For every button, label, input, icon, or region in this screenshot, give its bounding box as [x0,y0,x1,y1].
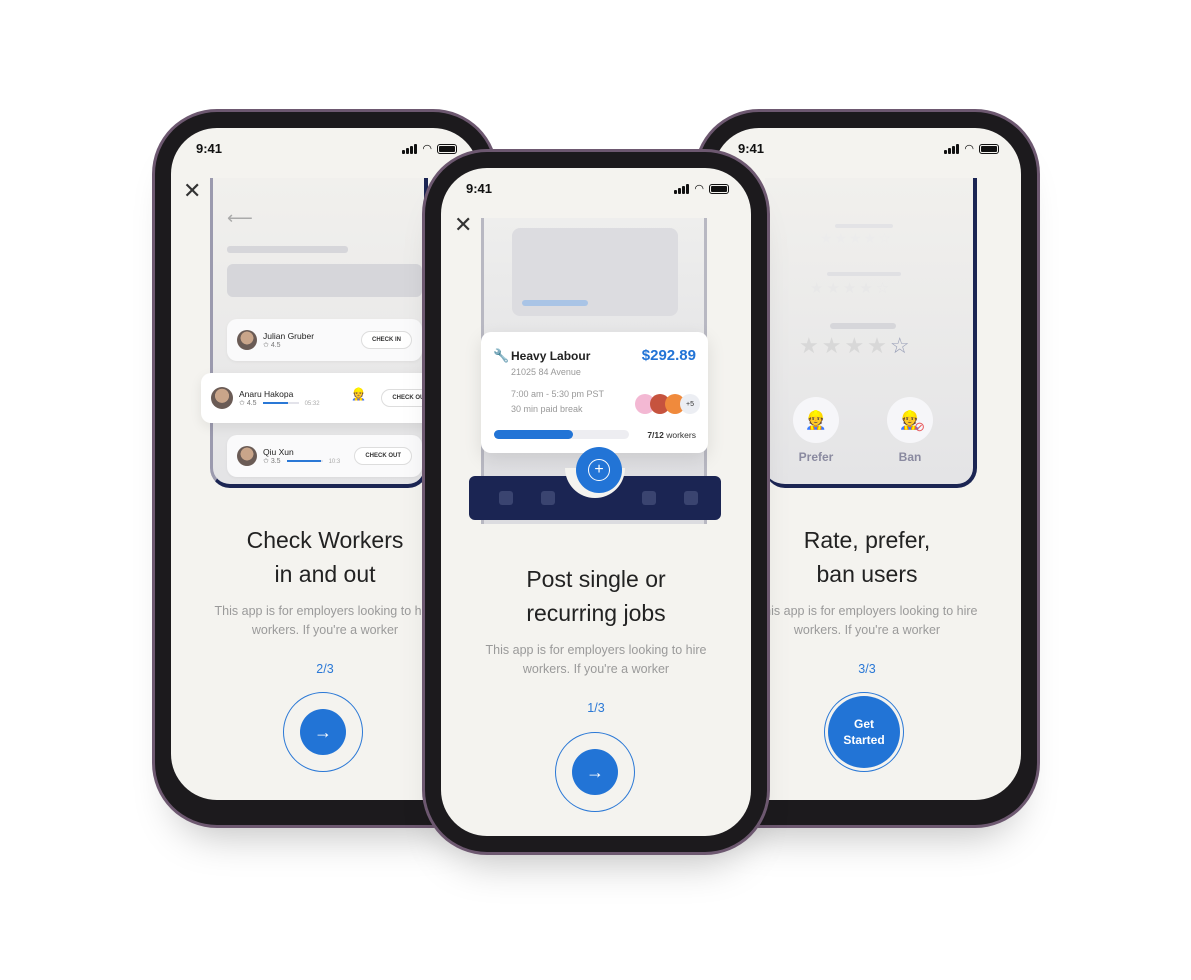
shift-time: 10:3 [328,459,341,465]
wifi-icon: ◠ [694,183,704,195]
wifi-icon: ◠ [422,143,432,155]
close-icon[interactable]: ✕ [183,180,201,202]
job-card[interactable]: 🔧 Heavy Labour $292.89 21025 84 Avenue 7… [481,332,708,453]
add-job-button[interactable]: + [576,447,622,493]
job-hours: 7:00 am - 5:30 pm PST [511,389,605,399]
worker-rating: 4.5 [246,400,257,407]
prefer-label: Prefer [798,450,834,464]
screen: 9:41 ◠ ✕ 🔧 Heavy Labour $292.89 21025 84… [441,168,751,836]
shift-progress [286,460,323,463]
status-icons: ◠ [944,142,999,155]
ban-label: Ban [898,450,922,464]
job-break: 30 min paid break [511,404,583,414]
avatar [237,330,257,350]
signal-icon [674,183,690,194]
next-button[interactable]: → [283,692,363,772]
worker-card-active: Anaru Hakopa ✩ 4.5 05:32 👷 CHECK OUT [201,373,441,423]
status-time: 9:41 [466,181,493,196]
worker-avatars: +5 [635,394,700,414]
phone-post-jobs: 9:41 ◠ ✕ 🔧 Heavy Labour $292.89 21025 84… [425,152,767,852]
onboarding-title: Post single or recurring jobs [441,562,751,630]
worker-name: Julian Gruber [263,331,315,341]
title-line: Post single or [526,566,666,592]
title-line: recurring jobs [526,600,666,626]
cta-label: Started [843,733,885,747]
signal-icon [944,143,960,154]
nav-icon[interactable] [541,491,555,505]
desc-line: workers. If you're a worker [522,662,670,676]
prefer-button[interactable]: 👷 [793,397,839,443]
check-out-button[interactable]: CHECK OUT [354,447,412,465]
worker-badge-icon: 👷 [804,409,828,430]
signal-icon [402,143,418,154]
worker-name: Qiu Xun [263,447,294,457]
status-time: 9:41 [196,141,223,156]
mockup-screen: ★★★★☆ ★★★★☆ ★★★★☆ 👷 Prefer 👷 ⊘ Ban [765,178,977,488]
mockup-screen: ⟵ Julian Gruber ✩ 4.5 CHECK IN Anaru Hako… [201,178,441,488]
arrow-right-icon: → [572,749,618,795]
worker-card: Julian Gruber ✩ 4.5 CHECK IN [227,319,422,361]
back-arrow-icon: ⟵ [227,208,253,228]
nav-icon[interactable] [642,491,656,505]
next-button[interactable]: → [555,732,635,812]
get-started-button[interactable]: Get Started [824,692,904,772]
onboarding-description: This app is for employers looking to hir… [441,641,751,679]
battery-icon [437,143,457,154]
avatar [237,446,257,466]
plus-icon: + [588,459,610,481]
wrench-icon: 🔧 [493,348,510,363]
rating-stars[interactable]: ★★★★☆ [799,333,913,359]
job-title: Heavy Labour [511,349,591,363]
star-icon: ✩ [263,458,269,465]
star-icon: ✩ [263,342,269,349]
battery-icon [709,183,729,194]
status-time: 9:41 [738,141,765,156]
worker-rating: 4.5 [270,342,281,349]
nav-icon[interactable] [684,491,698,505]
battery-icon [979,143,999,154]
avatar [211,387,233,409]
cta-label: Get [853,717,874,731]
shift-progress [262,402,299,405]
prefer-worker-icon[interactable]: 👷 [351,387,366,401]
rating-stars-faded: ★★★★☆ [810,280,893,297]
ban-button[interactable]: 👷 ⊘ [887,397,933,443]
worker-name: Anaru Hakopa [239,389,294,399]
status-icons: ◠ [402,142,457,155]
worker-rating: 3.5 [270,458,281,465]
shift-time: 05:32 [304,401,320,407]
extra-workers-badge: +5 [680,394,700,414]
status-icons: ◠ [674,182,729,195]
job-address: 21025 84 Avenue [511,367,581,377]
desc-line: This app is for employers looking to hir… [485,643,707,657]
nav-icon[interactable] [499,491,513,505]
arrow-right-icon: → [300,709,346,755]
job-price: $292.89 [641,347,696,364]
close-icon[interactable]: ✕ [454,214,472,236]
workers-count: 7/12 workers [647,430,696,440]
worker-card: Qiu Xun ✩ 3.5 10:3 CHECK OUT [227,435,422,477]
rating-stars-faded: ★★★★☆ [820,230,893,246]
check-in-button[interactable]: CHECK IN [360,331,412,349]
workers-progress [494,430,629,439]
wifi-icon: ◠ [964,143,974,155]
step-indicator: 1/3 [587,701,605,715]
star-icon: ✩ [239,400,245,407]
